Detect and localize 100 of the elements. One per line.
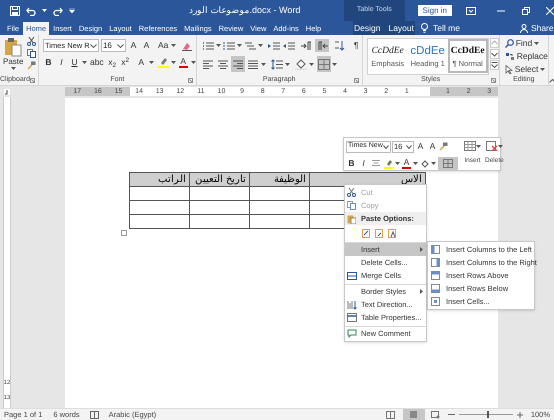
highlighter-icon[interactable] — [384, 158, 394, 168]
ribbon-display-icon[interactable] — [466, 6, 476, 14]
sign-in-button[interactable]: Sign in — [418, 5, 452, 16]
dialog-launcher-icon[interactable] — [354, 78, 359, 83]
paint-bucket-icon[interactable] — [420, 158, 430, 168]
clipboard-icon[interactable] — [4, 37, 22, 57]
dropdown-caret-icon[interactable] — [284, 62, 290, 66]
dropdown-caret-icon[interactable] — [308, 62, 314, 66]
dialog-launcher-icon[interactable] — [188, 78, 193, 83]
grow-font-button[interactable]: A — [415, 140, 426, 153]
ribbon-tab[interactable]: Design — [352, 22, 382, 35]
grow-font-button[interactable]: A — [128, 39, 139, 52]
horizontal-ruler[interactable] — [65, 87, 498, 96]
share-button[interactable]: Share — [530, 22, 554, 34]
table-resize-handle[interactable] — [121, 230, 127, 236]
format-button[interactable]: x$^{2}$ — [120, 56, 131, 69]
highlighter-icon[interactable] — [158, 57, 169, 68]
format-button[interactable]: abc — [88, 56, 105, 69]
dropdown-caret-icon[interactable] — [10, 67, 16, 70]
tab-selector-icon[interactable] — [3, 88, 11, 96]
dropdown-caret-icon[interactable] — [395, 162, 400, 165]
paste-label[interactable]: Paste — [3, 57, 24, 67]
collapse-ribbon-icon[interactable] — [548, 79, 554, 83]
tell-me-search[interactable]: Tell me — [433, 22, 460, 34]
web-layout-icon[interactable] — [430, 410, 440, 418]
dropdown-chevron-icon[interactable] — [383, 144, 389, 148]
format-button[interactable]: I — [56, 56, 67, 69]
copy-icon[interactable] — [27, 49, 36, 58]
submenu-arrow-icon — [420, 247, 423, 252]
dropdown-caret-icon[interactable] — [413, 162, 418, 165]
dropdown-caret-icon[interactable] — [476, 144, 481, 148]
dropdown-chevron-icon[interactable] — [116, 44, 124, 48]
right-to-left-icon[interactable] — [314, 39, 329, 52]
dropdown-caret-icon[interactable] — [216, 44, 221, 47]
dialog-launcher-icon[interactable] — [490, 78, 496, 83]
eraser-icon[interactable] — [182, 40, 192, 50]
dropdown-caret-icon[interactable] — [540, 68, 546, 71]
dropdown-chevron-icon[interactable] — [90, 44, 97, 48]
dropdown-caret-icon[interactable] — [42, 9, 47, 12]
redo-icon[interactable] — [53, 6, 63, 16]
dropdown-caret-icon[interactable] — [498, 144, 503, 148]
paste-merge-formatting-icon[interactable] — [375, 228, 384, 238]
ribbon-tab[interactable]: Layout — [386, 22, 416, 35]
shrink-font-button[interactable]: A — [427, 140, 438, 153]
read-mode-icon[interactable] — [386, 410, 395, 418]
paintbrush-icon[interactable] — [439, 142, 448, 151]
scissors-icon[interactable] — [27, 37, 36, 46]
borders-icon[interactable] — [316, 56, 331, 72]
editing-button[interactable]: Select — [504, 64, 548, 75]
undo-icon[interactable] — [26, 6, 36, 16]
format-button[interactable]: B — [42, 56, 54, 69]
table-cell — [130, 200, 190, 214]
scroll-down-icon[interactable] — [490, 49, 499, 59]
dropdown-caret-icon[interactable] — [236, 44, 242, 47]
dropdown-caret-icon[interactable] — [258, 44, 263, 47]
shrink-font-button[interactable]: A — [140, 39, 152, 52]
line-spacing-icon[interactable] — [270, 58, 284, 70]
dropdown-caret-icon[interactable] — [534, 42, 540, 45]
align-right-button[interactable] — [230, 56, 245, 72]
dropdown-caret-icon[interactable] — [260, 62, 266, 66]
dropdown-caret-icon[interactable] — [82, 61, 87, 64]
dropdown-caret-icon[interactable] — [148, 61, 154, 64]
bold-button[interactable]: B — [346, 157, 357, 170]
show-marks-button[interactable]: ¶ — [350, 39, 362, 52]
format-button[interactable]: U — [68, 56, 80, 69]
font-color-button[interactable]: A — [401, 157, 412, 170]
numbered-list-icon[interactable] — [222, 39, 236, 52]
shading-icon[interactable] — [294, 58, 308, 70]
close-icon[interactable] — [546, 6, 554, 14]
dialog-launcher-icon[interactable] — [30, 78, 35, 83]
text-effects-button[interactable]: A — [136, 56, 147, 69]
paste-text-only-icon[interactable] — [388, 228, 397, 238]
customize-caret-icon[interactable] — [69, 8, 75, 13]
list-icon — [222, 40, 235, 50]
save-icon[interactable] — [10, 6, 20, 16]
style-preview: CcDdEe — [450, 44, 485, 58]
zoom-slider-thumb[interactable] — [487, 411, 490, 418]
font-color-button[interactable]: A — [178, 56, 189, 69]
zoom-in-icon[interactable] — [516, 412, 523, 418]
sort-icon[interactable] — [332, 39, 346, 52]
left-to-right-icon[interactable] — [300, 39, 314, 52]
dropdown-caret-icon[interactable] — [171, 44, 176, 47]
dropdown-chevron-icon[interactable] — [406, 144, 412, 148]
dropdown-caret-icon[interactable] — [332, 62, 337, 66]
dropdown-caret-icon[interactable] — [170, 61, 176, 64]
paintbrush-icon[interactable] — [27, 61, 36, 70]
change-case-button[interactable]: Aa — [156, 39, 170, 52]
editing-button[interactable]: Find — [504, 38, 548, 49]
font-size-field[interactable]: 16 — [100, 39, 126, 52]
print-layout-button[interactable] — [402, 409, 425, 420]
format-button[interactable]: x$_{2}$ — [106, 56, 118, 69]
dropdown-caret-icon[interactable] — [190, 61, 196, 64]
dropdown-caret-icon[interactable] — [431, 162, 436, 165]
restore-icon[interactable] — [522, 6, 530, 14]
italic-button[interactable]: I — [358, 157, 369, 170]
proofing-icon[interactable] — [90, 410, 99, 418]
paste-keep-formatting-icon[interactable] — [362, 228, 371, 238]
more-styles-icon[interactable] — [490, 60, 499, 70]
editing-button[interactable]: Replace — [504, 51, 548, 62]
table-icon — [464, 141, 476, 151]
